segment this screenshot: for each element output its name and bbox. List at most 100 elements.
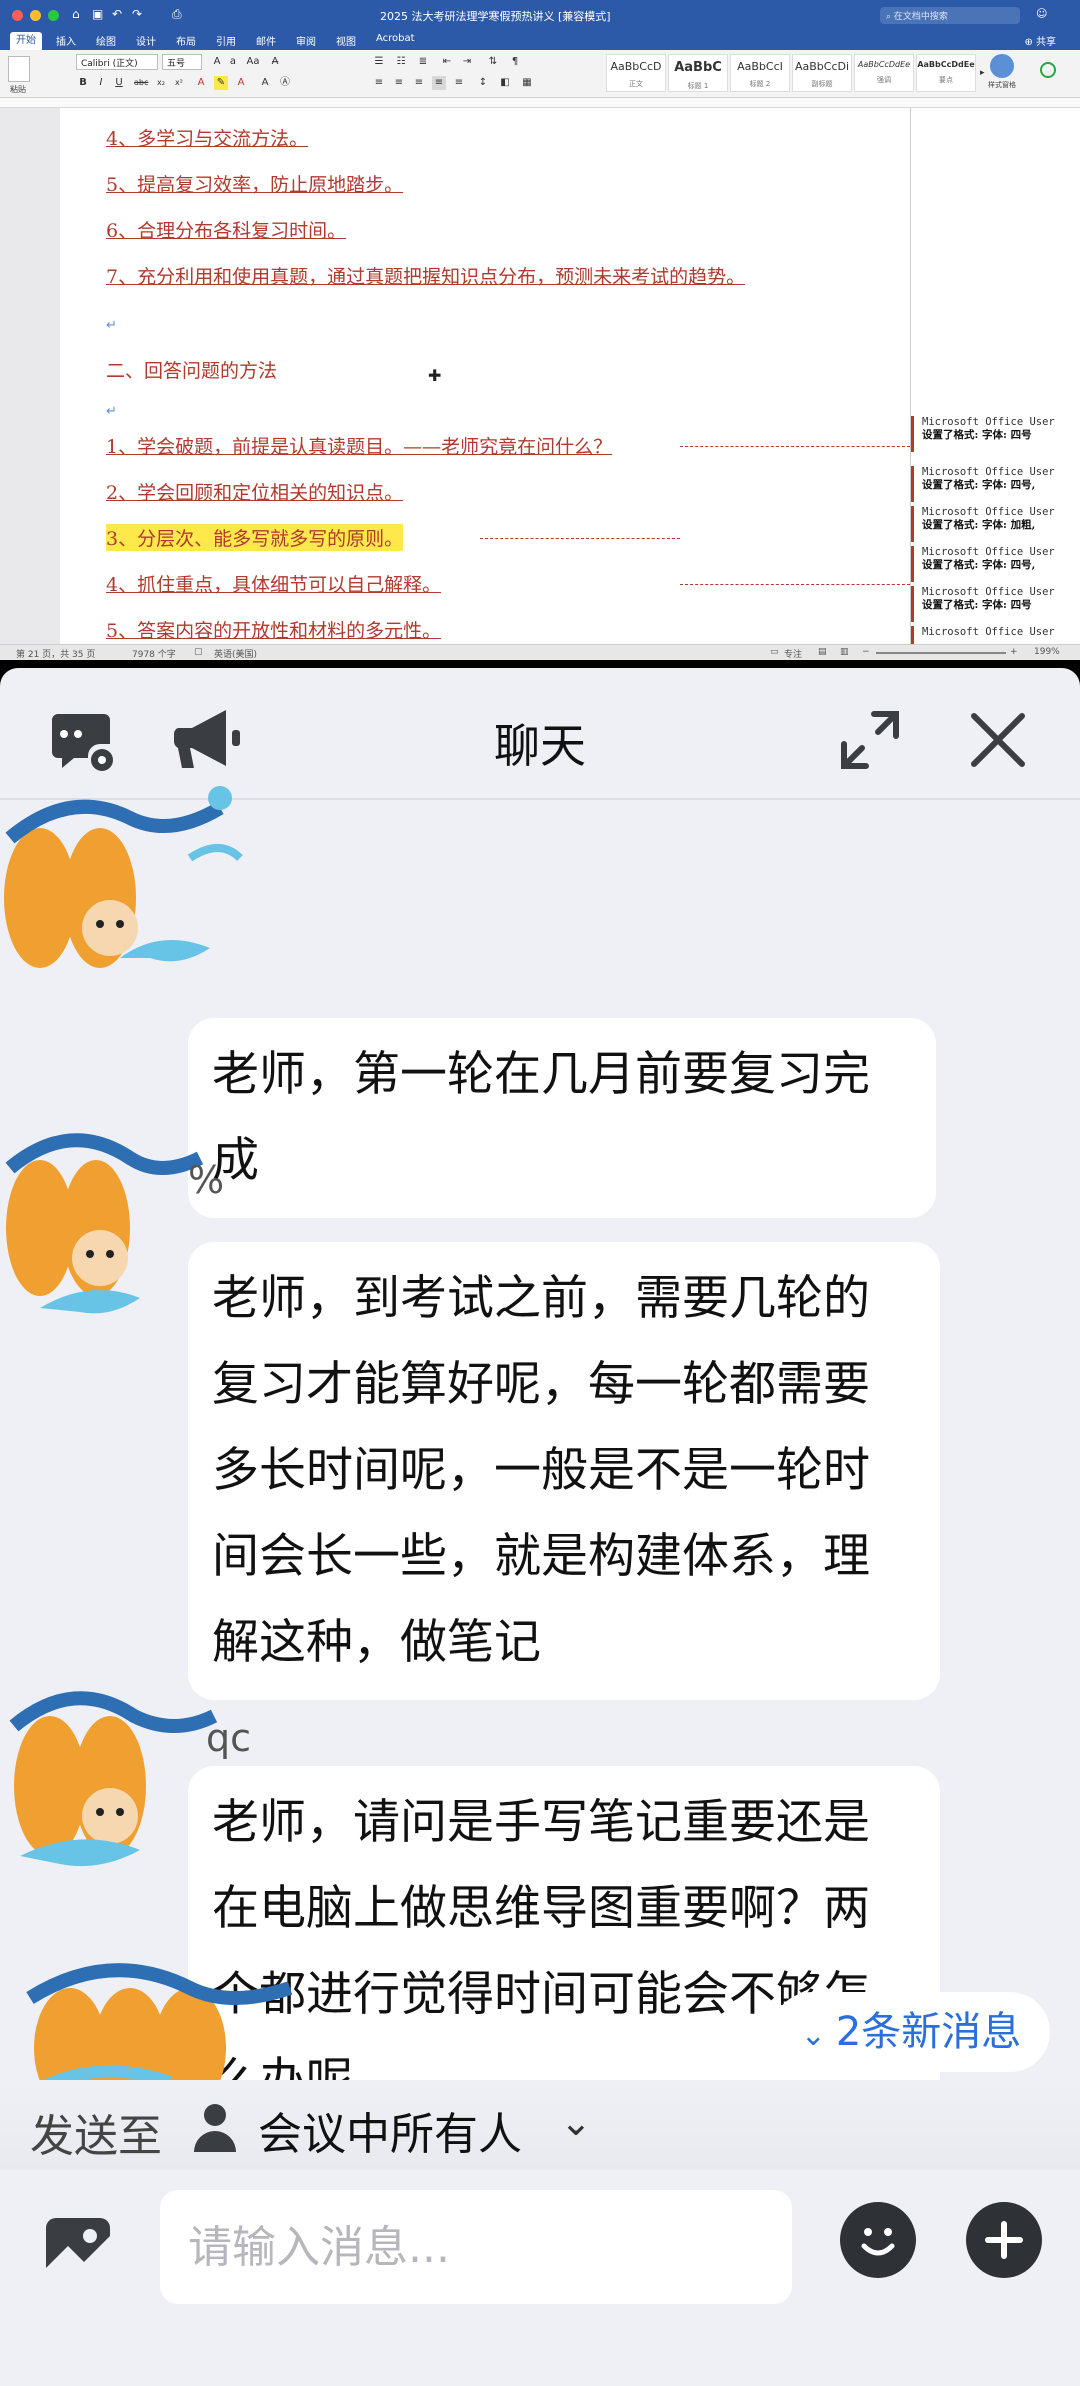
- show-marks-icon[interactable]: ¶: [508, 55, 522, 69]
- tab-acrobat[interactable]: Acrobat: [376, 33, 415, 44]
- close-icon[interactable]: [962, 704, 1034, 776]
- borders-icon[interactable]: ▦: [520, 76, 534, 90]
- undo-icon[interactable]: ↶: [112, 7, 122, 21]
- multilevel-list-icon[interactable]: ≣: [416, 55, 430, 69]
- home-icon[interactable]: ⌂: [72, 7, 80, 21]
- comment-text: 设置了格式: 字体: 四号,: [922, 559, 1036, 571]
- revision-comment[interactable]: Microsoft Office User 设置了格式: 字体: 四号,: [911, 466, 1080, 502]
- character-shading-icon[interactable]: A: [258, 76, 272, 90]
- maximize-window-button[interactable]: [48, 10, 59, 21]
- smiley-icon[interactable]: ☺: [1036, 7, 1047, 20]
- image-icon[interactable]: [40, 2212, 116, 2288]
- paste-icon[interactable]: [8, 56, 30, 82]
- redo-icon[interactable]: ↷: [132, 7, 142, 21]
- document-page[interactable]: 4、多学习与交流方法。 5、提高复习效率，防止原地踏步。 6、合理分布各科复习时…: [60, 108, 910, 644]
- style-sample: AaBbCcDi: [794, 60, 850, 73]
- language-indicator[interactable]: 英语(美国): [214, 647, 257, 660]
- justify-icon[interactable]: ≡: [432, 76, 446, 90]
- align-center-icon[interactable]: ≡: [392, 76, 406, 90]
- style-heading-1[interactable]: AaBbC 标题 1: [668, 54, 728, 92]
- minimize-window-button[interactable]: [30, 10, 41, 21]
- doc-line: 2、学会回顾和定位相关的知识点。: [106, 482, 404, 504]
- tab-references[interactable]: 引用: [216, 33, 236, 48]
- subscript-icon[interactable]: x₂: [154, 76, 168, 90]
- tab-view[interactable]: 视图: [336, 33, 356, 48]
- increase-indent-icon[interactable]: ⇥: [460, 55, 474, 69]
- tab-home[interactable]: 开始: [10, 32, 42, 50]
- style-heading-2[interactable]: AaBbCcI 标题 2: [730, 54, 790, 92]
- message-bubble[interactable]: 老师，到考试之前，需要几轮的复习才能算好呢，每一轮都需要多长时间呢，一般是不是一…: [188, 1242, 940, 1700]
- distributed-icon[interactable]: ≡: [452, 76, 466, 90]
- bullets-icon[interactable]: ☰: [372, 55, 386, 69]
- tab-draw[interactable]: 绘图: [96, 33, 116, 48]
- add-button[interactable]: [966, 2202, 1042, 2278]
- print-layout-icon[interactable]: ▤: [818, 647, 827, 657]
- decrease-indent-icon[interactable]: ⇤: [440, 55, 454, 69]
- zoom-slider[interactable]: [876, 652, 1006, 654]
- line-spacing-icon[interactable]: ↕: [476, 76, 490, 90]
- clear-format-icon[interactable]: A̶: [268, 55, 282, 69]
- shrink-font-icon[interactable]: a: [226, 55, 240, 69]
- avatar[interactable]: [10, 1958, 310, 2098]
- close-window-button[interactable]: [12, 10, 23, 21]
- style-emphasis[interactable]: AaBbCcDdEe 强调: [854, 54, 914, 92]
- tab-insert[interactable]: 插入: [56, 33, 76, 48]
- strikethrough-icon[interactable]: abc: [134, 76, 148, 90]
- style-strong[interactable]: AaBbCcDdEe 要点: [916, 54, 976, 92]
- shading-icon[interactable]: ◧: [498, 76, 512, 90]
- styles-pane-icon[interactable]: [990, 54, 1014, 78]
- ruler[interactable]: [0, 98, 1080, 108]
- proofing-icon[interactable]: ▢: [194, 647, 203, 657]
- save-icon[interactable]: ▣: [92, 7, 103, 21]
- bold-icon[interactable]: B: [76, 76, 90, 90]
- zoom-level[interactable]: 199%: [1034, 647, 1060, 657]
- expand-icon[interactable]: [834, 704, 906, 776]
- align-left-icon[interactable]: ≡: [372, 76, 386, 90]
- font-size-select[interactable]: 五号: [162, 54, 202, 70]
- avatar[interactable]: [0, 778, 270, 978]
- sort-icon[interactable]: ⇅: [486, 55, 500, 69]
- tab-mailings[interactable]: 邮件: [256, 33, 276, 48]
- font-name-select[interactable]: Calibri (正文): [76, 54, 158, 70]
- text-effects-icon[interactable]: A: [194, 76, 208, 90]
- font-color-icon[interactable]: A: [234, 76, 248, 90]
- send-to-selector[interactable]: 发送至 会议中所有人 ⌄: [0, 2080, 1080, 2170]
- revision-comment[interactable]: Microsoft Office User 设置了格式: 字体: 四号,: [911, 546, 1080, 582]
- share-button[interactable]: ⊕ 共享: [1024, 33, 1056, 48]
- print-icon[interactable]: ⎙: [172, 7, 182, 22]
- document-search-box[interactable]: ⌕ 在文档中搜索: [880, 7, 1020, 24]
- dictate-icon[interactable]: [1040, 62, 1056, 78]
- web-layout-icon[interactable]: ▥: [840, 647, 849, 657]
- revision-comment[interactable]: Microsoft Office User 设置了格式: 字体: 四号: [911, 586, 1080, 622]
- focus-icon[interactable]: ▭: [770, 647, 779, 657]
- comment-text: 设置了格式: 字体: 四号: [922, 599, 1032, 611]
- superscript-icon[interactable]: x²: [172, 76, 186, 90]
- underline-icon[interactable]: U: [112, 76, 126, 90]
- revision-comment[interactable]: Microsoft Office User 设置了格式: 字体: 四号: [911, 416, 1080, 452]
- tab-design[interactable]: 设计: [136, 33, 156, 48]
- italic-icon[interactable]: I: [94, 76, 108, 90]
- doc-line: 5、答案内容的开放性和材料的多元性。: [106, 620, 442, 642]
- numbering-icon[interactable]: ☷: [394, 55, 408, 69]
- highlight-icon[interactable]: ✎: [214, 76, 228, 90]
- styles-expand-icon[interactable]: ▸: [980, 68, 985, 78]
- change-case-icon[interactable]: Aa: [246, 55, 260, 69]
- emoji-button[interactable]: [840, 2202, 916, 2278]
- tab-layout[interactable]: 布局: [176, 33, 196, 48]
- focus-label[interactable]: 专注: [784, 647, 802, 660]
- word-count[interactable]: 7978 个字: [132, 647, 176, 660]
- align-right-icon[interactable]: ≡: [412, 76, 426, 90]
- new-messages-button[interactable]: ⌄ 2条新消息: [772, 1992, 1050, 2072]
- style-normal[interactable]: AaBbCcD 正文: [606, 54, 666, 92]
- message-input[interactable]: [160, 2190, 792, 2304]
- style-sample: AaBbCcD: [610, 60, 662, 73]
- style-subtitle[interactable]: AaBbCcDi 副标题: [792, 54, 852, 92]
- enclose-character-icon[interactable]: Ⓐ: [278, 76, 292, 90]
- avatar[interactable]: [0, 1118, 220, 1318]
- grow-font-icon[interactable]: A: [210, 55, 224, 69]
- zoom-out-icon[interactable]: −: [862, 647, 870, 657]
- page-count[interactable]: 第 21 页，共 35 页: [16, 647, 95, 660]
- zoom-in-icon[interactable]: +: [1010, 647, 1018, 657]
- revision-comment[interactable]: Microsoft Office User 设置了格式: 字体: 加粗,: [911, 506, 1080, 542]
- tab-review[interactable]: 审阅: [296, 33, 316, 48]
